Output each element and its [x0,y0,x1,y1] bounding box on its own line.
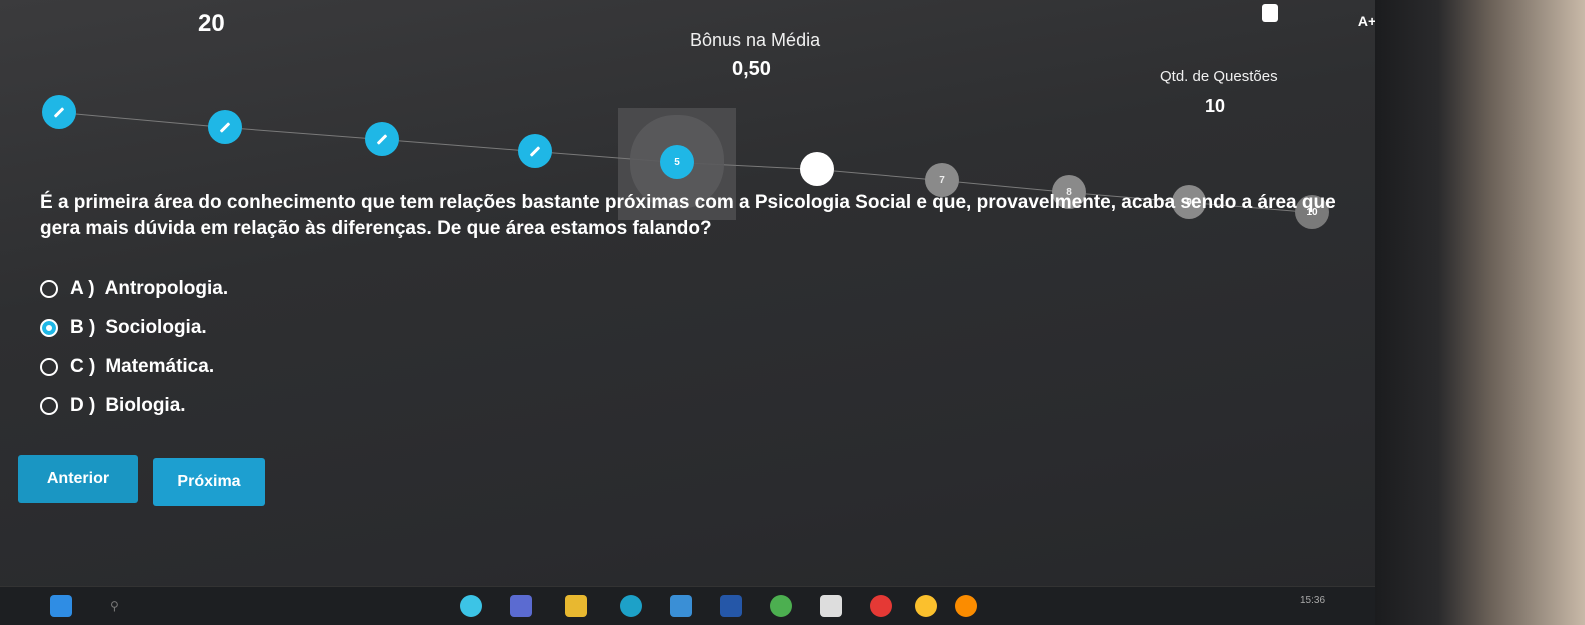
folder-icon[interactable] [565,595,587,617]
pencil-icon [219,121,231,133]
pencil-icon [53,106,65,118]
edge-icon[interactable] [620,595,642,617]
windows-start-icon[interactable] [50,595,72,617]
screen: 20 Bônus na Média 0,50 Qtd. de Questões … [0,0,1585,625]
store-icon[interactable] [670,595,692,617]
radio-button[interactable] [40,358,58,376]
chrome-icon-3[interactable] [915,595,937,617]
step-4[interactable] [518,134,552,168]
taskbar: ⚲ 15:36 [0,586,1385,625]
pencil-icon [529,145,541,157]
option-text: Biologia. [105,395,186,416]
chrome-icon-2[interactable] [870,595,892,617]
step-connector [816,169,943,181]
option-letter: B ) [70,317,96,338]
step-number: 7 [939,174,945,186]
score-value: 20 [198,10,225,37]
step-connector [381,139,536,152]
question-text: É a primeira área do conhecimento que te… [40,192,1336,239]
monitor-bezel [1375,0,1585,625]
step-connector [58,112,226,128]
option-letter: D ) [70,395,96,416]
option-letter: C ) [70,356,96,377]
step-3[interactable] [365,122,399,156]
previous-button[interactable]: Anterior [18,455,138,503]
answer-option[interactable]: B ) Sociologia. [40,311,228,345]
bonus-value: 0,50 [732,58,771,80]
chrome-icon-4[interactable] [955,595,977,617]
app-icon-1[interactable] [460,595,482,617]
next-button[interactable]: Próxima [153,458,265,506]
radio-button[interactable] [40,280,58,298]
taskbar-search[interactable]: ⚲ [110,593,270,619]
step-number: 5 [674,156,680,168]
app-icon-4[interactable] [820,595,842,617]
question-count-label: Qtd. de Questões [1160,68,1278,85]
step-5[interactable]: 5 [660,145,694,179]
step-connector [224,127,383,140]
chrome-icon[interactable] [770,595,792,617]
step-2[interactable] [208,110,242,144]
bonus-label: Bônus na Média [690,30,821,50]
step-6[interactable] [800,152,834,186]
option-text: Matemática. [105,356,215,377]
option-text: Sociologia. [105,317,207,338]
option-letter: A ) [70,278,95,299]
answer-options: A ) Antropologia. B ) Sociologia. C ) Matemát… [40,272,228,428]
bookmark-icon[interactable] [1262,4,1278,22]
radio-button[interactable] [40,397,58,415]
step-connector [676,162,818,170]
radio-button[interactable] [40,319,58,337]
taskbar-clock: 15:36 [1300,595,1326,606]
app-icon-3[interactable] [720,595,742,617]
app-icon-2[interactable] [510,595,532,617]
answer-option[interactable]: C ) Matemática. [40,350,228,384]
option-text: Antropologia. [104,278,229,299]
answer-option[interactable]: A ) Antropologia. [40,272,228,306]
step-1[interactable] [42,95,76,129]
header: 20 Bônus na Média 0,50 Qtd. de Questões … [0,0,1385,116]
search-icon: ⚲ [110,599,119,613]
step-connector [534,151,678,163]
answer-option[interactable]: D ) Biologia. [40,389,228,423]
pencil-icon [376,133,388,145]
